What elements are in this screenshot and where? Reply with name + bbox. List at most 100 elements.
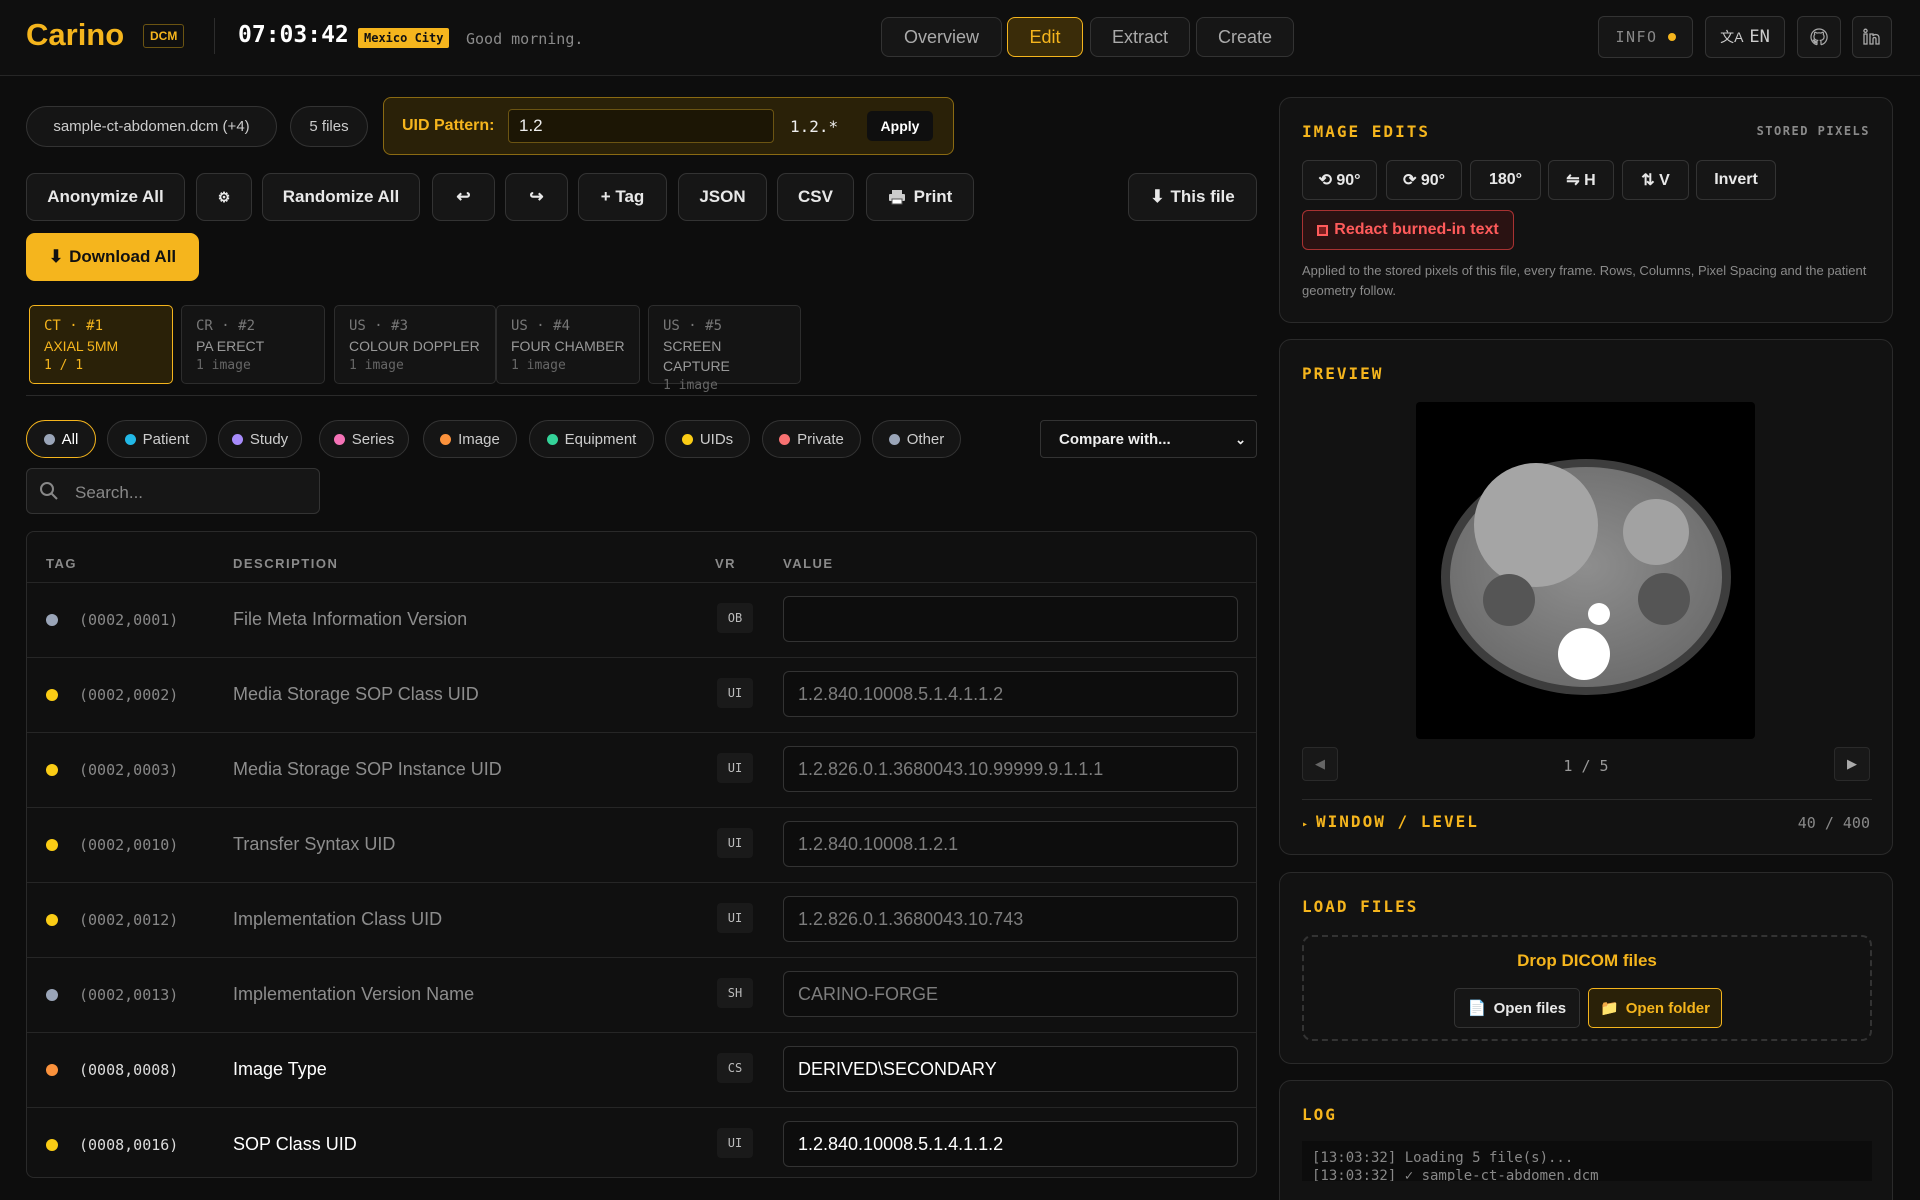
anonymize-all-button[interactable]: Anonymize All: [26, 173, 185, 221]
compare-select[interactable]: Compare with... ⌄: [1040, 420, 1257, 458]
file-tab-3[interactable]: US · #3 COLOUR DOPPLER 1 image: [334, 305, 496, 384]
filter-image[interactable]: Image: [423, 420, 517, 458]
linkedin-icon: [1863, 28, 1880, 45]
value-input[interactable]: DERIVED\SECONDARY: [783, 1046, 1238, 1092]
value-input[interactable]: 1.2.826.0.1.3680043.10.743: [783, 896, 1238, 942]
table-row[interactable]: (0002,0012) Implementation Class UID UI …: [27, 882, 1256, 957]
filter-dot: [333, 433, 345, 445]
rotate-180-button[interactable]: 180°: [1470, 160, 1541, 200]
log-line: [13:03:32] Loading 5 file(s)...: [1312, 1150, 1574, 1166]
filter-dot: [43, 433, 55, 445]
value-input[interactable]: 1.2.840.10008.5.1.4.1.1.2: [783, 1121, 1238, 1167]
redact-button[interactable]: Redact burned-in text: [1302, 210, 1514, 250]
nav-tab-edit[interactable]: Edit: [1007, 17, 1083, 57]
table-row[interactable]: (0002,0002) Media Storage SOP Class UID …: [27, 657, 1256, 732]
uid-pattern-input[interactable]: 1.2: [508, 109, 774, 143]
add-tag-button[interactable]: + Tag: [578, 173, 667, 221]
filter-uids[interactable]: UIDs: [665, 420, 750, 458]
drop-zone[interactable]: Drop DICOM files 📄 Open files 📁 Open folde…: [1302, 935, 1872, 1041]
redo-icon[interactable]: ↪: [505, 173, 568, 221]
tag-description: Media Storage SOP Instance UID: [233, 759, 502, 779]
city-badge: Mexico City: [358, 28, 450, 48]
column-header-value[interactable]: VALUE: [783, 556, 834, 571]
tag-description: Transfer Syntax UID: [233, 834, 396, 854]
print-button[interactable]: Print: [866, 173, 974, 221]
table-row[interactable]: (0008,0016) SOP Class UID UI 1.2.840.100…: [27, 1107, 1256, 1177]
file-tab-2[interactable]: CR · #2 PA ERECT 1 image: [181, 305, 325, 384]
settings-gear-icon[interactable]: ⚙: [196, 173, 252, 221]
json-export-button[interactable]: JSON: [678, 173, 767, 221]
nav-tab-create[interactable]: Create: [1196, 17, 1294, 57]
filter-other[interactable]: Other: [872, 420, 961, 458]
column-header-tag[interactable]: TAG: [46, 556, 77, 571]
file-tab-5[interactable]: US · #5 SCREEN CAPTURE 1 image: [648, 305, 801, 393]
open-files-button[interactable]: 📄 Open files: [1454, 988, 1580, 1028]
nav-tab-extract[interactable]: Extract: [1090, 17, 1190, 57]
table-row[interactable]: (0008,0008) Image Type CS DERIVED\SECOND…: [27, 1032, 1256, 1107]
filter-label: UIDs: [699, 430, 734, 448]
table-row[interactable]: (0002,0013) Implementation Version Name …: [27, 957, 1256, 1032]
file-tab-series: FOUR CHAMBER: [511, 338, 625, 354]
next-image-button[interactable]: ▶: [1834, 747, 1870, 781]
table-row[interactable]: (0002,0003) Media Storage SOP Instance U…: [27, 732, 1256, 807]
preview-panel: PREVIEW ◀ 1 / 5 ▶ ▸ WINDOW / LEVEL 40 / 4…: [1279, 339, 1893, 855]
log-output[interactable]: [13:03:32] Loading 5 file(s)... [13:03:3…: [1302, 1141, 1872, 1181]
download-icon: ⬇: [1150, 187, 1165, 206]
vr-badge: SH: [717, 978, 753, 1008]
csv-export-button[interactable]: CSV: [777, 173, 854, 221]
uid-apply-button[interactable]: Apply: [867, 111, 933, 141]
search-icon: [40, 482, 58, 500]
app-logo[interactable]: Carino: [26, 17, 124, 53]
undo-icon[interactable]: ↩: [432, 173, 495, 221]
rotate-ccw-button[interactable]: ⟲ 90°: [1302, 160, 1377, 200]
file-tab-1[interactable]: CT · #1 AXIAL 5MM 1 / 1: [29, 305, 173, 384]
open-files-label: Open files: [1493, 999, 1567, 1017]
info-button[interactable]: INFO: [1598, 16, 1693, 58]
randomize-all-button[interactable]: Randomize All: [262, 173, 420, 221]
language-button[interactable]: 文A EN: [1705, 16, 1785, 58]
table-row[interactable]: (0002,0010) Transfer Syntax UID UI 1.2.8…: [27, 807, 1256, 882]
open-folder-button[interactable]: 📁 Open folder: [1588, 988, 1722, 1028]
window-level-toggle[interactable]: ▸ WINDOW / LEVEL: [1302, 812, 1479, 831]
dicom-preview-image[interactable]: [1416, 402, 1755, 739]
filter-patient[interactable]: Patient: [107, 420, 207, 458]
tag-description: Media Storage SOP Class UID: [233, 684, 479, 704]
filter-all[interactable]: All: [26, 420, 96, 458]
linkedin-button[interactable]: [1852, 16, 1892, 58]
invert-button[interactable]: Invert: [1696, 160, 1776, 200]
file-tab-4[interactable]: US · #4 FOUR CHAMBER 1 image: [496, 305, 640, 384]
search-field[interactable]: Search...: [26, 468, 320, 514]
filter-series[interactable]: Series: [319, 420, 409, 458]
filter-study[interactable]: Study: [218, 420, 302, 458]
value-input[interactable]: 1.2.840.10008.5.1.4.1.1.2: [783, 671, 1238, 717]
filter-label: Series: [351, 430, 395, 448]
tag-id: (0002,0013): [79, 986, 179, 1004]
tag-description: Implementation Version Name: [233, 984, 475, 1004]
load-files-title: LOAD FILES: [1302, 897, 1419, 916]
file-count-chip[interactable]: 5 files: [290, 106, 368, 147]
flip-horizontal-button[interactable]: ⇋ H: [1548, 160, 1614, 200]
flip-vertical-button[interactable]: ⇅ V: [1622, 160, 1689, 200]
nav-tab-overview[interactable]: Overview: [881, 17, 1002, 57]
value-input[interactable]: 1.2.826.0.1.3680043.10.99999.9.1.1.1: [783, 746, 1238, 792]
column-header-vr[interactable]: VR: [715, 556, 736, 571]
tag-id: (0008,0008): [79, 1061, 179, 1079]
group-dot: [46, 764, 58, 776]
download-all-button[interactable]: ⬇ Download All: [26, 233, 199, 281]
search-placeholder: Search...: [75, 483, 144, 502]
github-button[interactable]: [1797, 16, 1841, 58]
filter-equipment[interactable]: Equipment: [529, 420, 654, 458]
value-input[interactable]: CARINO-FORGE: [783, 971, 1238, 1017]
rotate-cw-button[interactable]: ⟳ 90°: [1386, 160, 1462, 200]
filter-private[interactable]: Private: [762, 420, 861, 458]
vr-badge: UI: [717, 1128, 753, 1158]
current-file-chip[interactable]: sample-ct-abdomen.dcm (+4): [26, 106, 277, 147]
vr-badge: CS: [717, 1053, 753, 1083]
value-input[interactable]: [783, 596, 1238, 642]
status-dot: [1667, 33, 1676, 41]
column-header-description[interactable]: DESCRIPTION: [233, 556, 338, 571]
download-this-file-button[interactable]: ⬇ This file: [1128, 173, 1257, 221]
value-input[interactable]: 1.2.840.10008.1.2.1: [783, 821, 1238, 867]
filter-dot: [546, 433, 558, 445]
table-row[interactable]: (0002,0001) File Meta Information Versio…: [27, 582, 1256, 657]
